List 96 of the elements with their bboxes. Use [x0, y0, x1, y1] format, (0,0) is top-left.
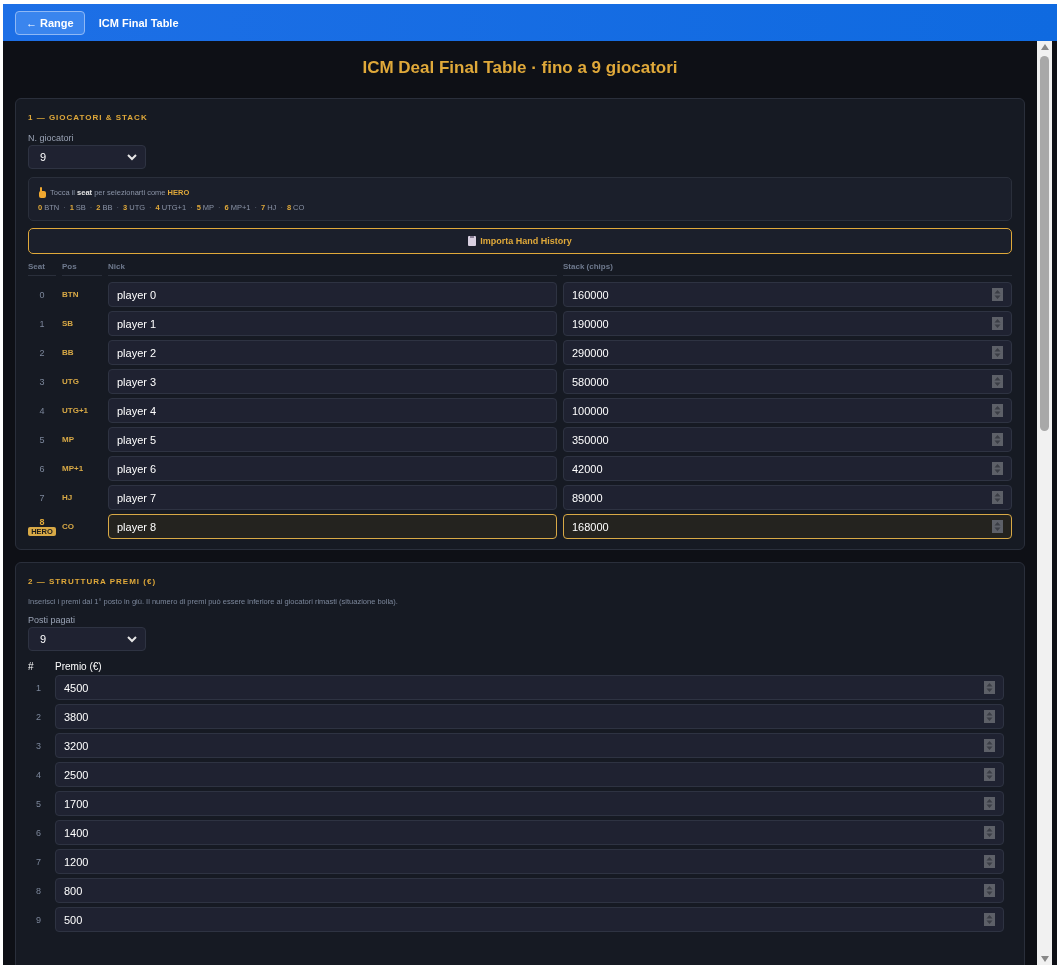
stack-input[interactable]: 100000: [563, 398, 1012, 423]
seat-number[interactable]: 6: [39, 463, 45, 474]
place-number: 4: [35, 769, 42, 780]
seat-number[interactable]: 4: [39, 405, 45, 416]
chevron-icon: [127, 153, 137, 161]
prize-input[interactable]: 2500: [55, 762, 1004, 787]
spinner-icon[interactable]: [992, 288, 1003, 301]
prize-input[interactable]: 1400: [55, 820, 1004, 845]
scroll-up-icon[interactable]: [1040, 44, 1049, 50]
seat-number[interactable]: 2: [39, 347, 45, 358]
section-title: 1 — GIOCATORI & STACK: [28, 113, 149, 122]
prize-input[interactable]: 3200: [55, 733, 1004, 758]
spinner-icon[interactable]: [984, 681, 995, 694]
stack-input[interactable]: 350000: [563, 427, 1012, 452]
spinner-icon[interactable]: [992, 346, 1003, 359]
seat-number[interactable]: 0: [39, 289, 45, 300]
place-number: 5: [35, 798, 42, 809]
seat-number[interactable]: 3: [39, 376, 45, 387]
stack-input[interactable]: 580000: [563, 369, 1012, 394]
nick-input[interactable]: player 0: [108, 282, 557, 307]
nick-input[interactable]: player 1: [108, 311, 557, 336]
stack-input[interactable]: 42000: [563, 456, 1012, 481]
position-label: BTN: [62, 290, 80, 299]
place-number: 9: [35, 914, 42, 925]
spinner-icon[interactable]: [992, 433, 1003, 446]
nick-input[interactable]: player 6: [108, 456, 557, 481]
spinner-icon[interactable]: [984, 797, 995, 810]
spinner-icon[interactable]: [992, 375, 1003, 388]
place-number: 3: [35, 740, 42, 751]
scroll-down-icon[interactable]: [1040, 956, 1049, 962]
place-number: 8: [35, 885, 42, 896]
stack-input[interactable]: 89000: [563, 485, 1012, 510]
app-title: ICM Final Table: [98, 16, 179, 29]
place-number: 7: [35, 856, 42, 867]
position-label: MP+1: [62, 464, 85, 473]
position-label: SB: [62, 319, 75, 328]
nick-input[interactable]: player 2: [108, 340, 557, 365]
prize-input[interactable]: 800: [55, 878, 1004, 903]
nick-input[interactable]: player 4: [108, 398, 557, 423]
chevron-icon: [127, 635, 137, 643]
section-title: 2 — STRUTTURA PREMI (€): [28, 577, 158, 586]
column-header: Nick: [108, 262, 557, 276]
field-label: N. giocatori: [28, 133, 75, 143]
column-header: Pos: [62, 262, 102, 276]
spinner-icon[interactable]: [984, 739, 995, 752]
paid-places-select[interactable]: 9: [28, 627, 146, 651]
position-label: BB: [62, 348, 75, 357]
position-label: CO: [62, 522, 75, 531]
spinner-icon[interactable]: [984, 855, 995, 868]
spinner-icon[interactable]: [992, 520, 1003, 533]
column-header: Seat: [28, 262, 56, 276]
spinner-icon[interactable]: [992, 491, 1003, 504]
spinner-icon[interactable]: [992, 462, 1003, 475]
stack-input[interactable]: 160000: [563, 282, 1012, 307]
prize-input[interactable]: 1200: [55, 849, 1004, 874]
spinner-icon[interactable]: [992, 317, 1003, 330]
scrollbar-thumb[interactable]: [1040, 56, 1049, 431]
column-header: #: [28, 661, 35, 672]
seat-number[interactable]: 5: [39, 434, 45, 445]
field-label: Posti pagati: [28, 615, 77, 625]
column-header: Premio (€): [55, 661, 103, 672]
stack-input[interactable]: 168000: [563, 514, 1012, 539]
page-title: ICM Deal Final Table · fino a 9 giocatori: [361, 58, 679, 78]
position-label: UTG+1: [62, 406, 89, 415]
scrollbar[interactable]: [1037, 41, 1052, 965]
seat-number[interactable]: 8: [39, 517, 45, 527]
prize-input[interactable]: 4500: [55, 675, 1004, 700]
spinner-icon[interactable]: [984, 913, 995, 926]
column-header: Stack (chips): [563, 262, 1012, 276]
position-label: UTG: [62, 377, 80, 386]
spinner-icon[interactable]: [984, 710, 995, 723]
nick-input[interactable]: player 3: [108, 369, 557, 394]
nick-input[interactable]: player 8: [108, 514, 557, 539]
prize-input[interactable]: 1700: [55, 791, 1004, 816]
stack-input[interactable]: 290000: [563, 340, 1012, 365]
position-label: HJ: [62, 493, 74, 502]
position-label: MP: [62, 435, 75, 444]
hand-icon: [38, 187, 47, 198]
seat-number[interactable]: 1: [39, 318, 45, 329]
seat-number[interactable]: 7: [39, 492, 45, 503]
spinner-icon[interactable]: [992, 404, 1003, 417]
spinner-icon[interactable]: [984, 826, 995, 839]
place-number: 2: [35, 711, 42, 722]
nick-input[interactable]: player 7: [108, 485, 557, 510]
spinner-icon[interactable]: [984, 768, 995, 781]
place-number: 6: [35, 827, 42, 838]
prize-input[interactable]: 3800: [55, 704, 1004, 729]
spinner-icon[interactable]: [984, 884, 995, 897]
clipboard-icon: [468, 236, 477, 246]
stack-input[interactable]: 190000: [563, 311, 1012, 336]
place-number: 1: [35, 682, 42, 693]
player-count-select[interactable]: 9: [28, 145, 146, 169]
back-button[interactable]: ← Range: [15, 10, 85, 35]
nick-input[interactable]: player 5: [108, 427, 557, 452]
prize-input[interactable]: 500: [55, 907, 1004, 932]
import-button[interactable]: Importa Hand History: [28, 228, 1012, 254]
